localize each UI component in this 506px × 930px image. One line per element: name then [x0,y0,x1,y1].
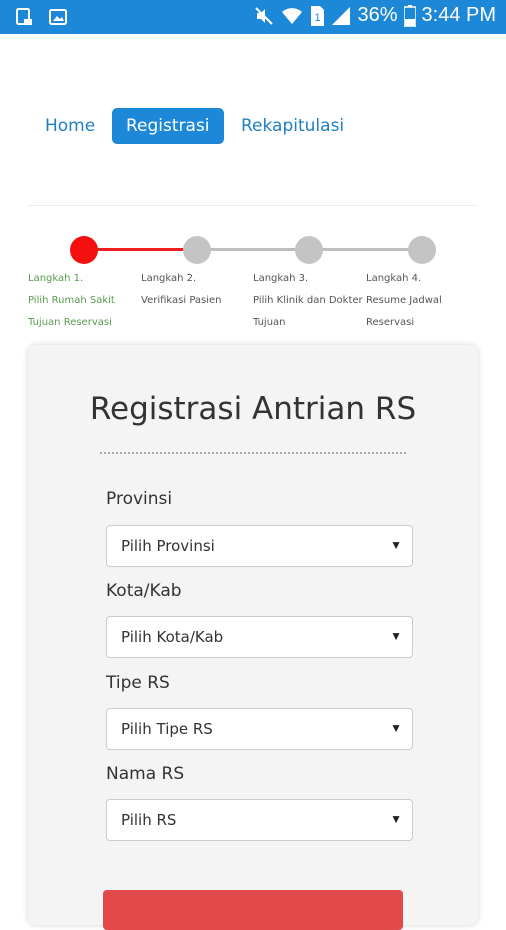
provinsi-select-value: Pilih Provinsi [121,537,215,555]
svg-text:1: 1 [315,12,321,24]
nama-rs-select[interactable]: Pilih RS ▼ [106,799,413,841]
kota-label: Kota/Kab [106,581,182,601]
tipe-rs-select[interactable]: Pilih Tipe RS ▼ [106,708,413,750]
step-1-dot [70,236,98,264]
battery-percent: 36% [357,4,398,26]
nav-rekapitulasi[interactable]: Rekapitulasi [241,108,344,144]
dropdown-arrow-icon: ▼ [390,721,402,735]
step-2-dot [183,236,211,264]
status-bar: 1 36% 3:44 PM [0,0,506,34]
dropdown-arrow-icon: ▼ [390,538,402,552]
dropdown-arrow-icon: ▼ [390,629,402,643]
step-2-text: Langkah 2. Verifikasi Pasien [141,273,222,306]
nama-rs-label: Nama RS [106,764,185,784]
provinsi-label: Provinsi [106,489,173,509]
sim-icon: 1 [311,5,325,26]
clock: 3:44 PM [421,4,496,26]
battery-icon [403,4,416,27]
kota-select[interactable]: Pilih Kota/Kab ▼ [106,616,413,658]
sd-card-icon [16,8,32,25]
step-4-label: Langkah 4. Resume Jadwal Reservasi [366,268,478,334]
tipe-rs-label: Tipe RS [106,673,170,693]
step-3-label: Langkah 3. Pilih Klinik dan Dokter Tujua… [253,268,365,334]
registration-card: Registrasi Antrian RS Provinsi Pilih Pro… [28,345,478,930]
nav-home[interactable]: Home [45,108,95,144]
submit-button[interactable] [103,890,403,930]
tipe-rs-select-value: Pilih Tipe RS [121,720,213,738]
divider [28,205,478,206]
nav-tabs: Home Registrasi Rekapitulasi [0,108,506,146]
step-1-label: Langkah 1. Pilih Rumah Sakit Tujuan Rese… [28,268,140,334]
progress-stepper: Langkah 1. Pilih Rumah Sakit Tujuan Rese… [0,234,506,334]
wifi-icon [282,7,303,24]
provinsi-select[interactable]: Pilih Provinsi ▼ [106,525,413,567]
step-progress-line [84,248,197,251]
title-divider [100,452,406,454]
step-4-dot [408,236,436,264]
nama-rs-select-value: Pilih RS [121,811,177,829]
nav-registrasi[interactable]: Registrasi [112,108,224,144]
dropdown-arrow-icon: ▼ [390,812,402,826]
signal-icon [332,6,351,25]
form-title: Registrasi Antrian RS [89,391,417,427]
step-1-text: Langkah 1. Pilih Rumah Sakit Tujuan Rese… [28,273,115,328]
image-icon [49,9,67,25]
step-2-label: Langkah 2. Verifikasi Pasien [141,268,253,312]
mute-icon [255,6,274,25]
step-3-text: Langkah 3. Pilih Klinik dan Dokter Tujua… [253,273,363,328]
kota-select-value: Pilih Kota/Kab [121,628,224,646]
step-4-text: Langkah 4. Resume Jadwal Reservasi [366,273,442,328]
step-3-dot [295,236,323,264]
